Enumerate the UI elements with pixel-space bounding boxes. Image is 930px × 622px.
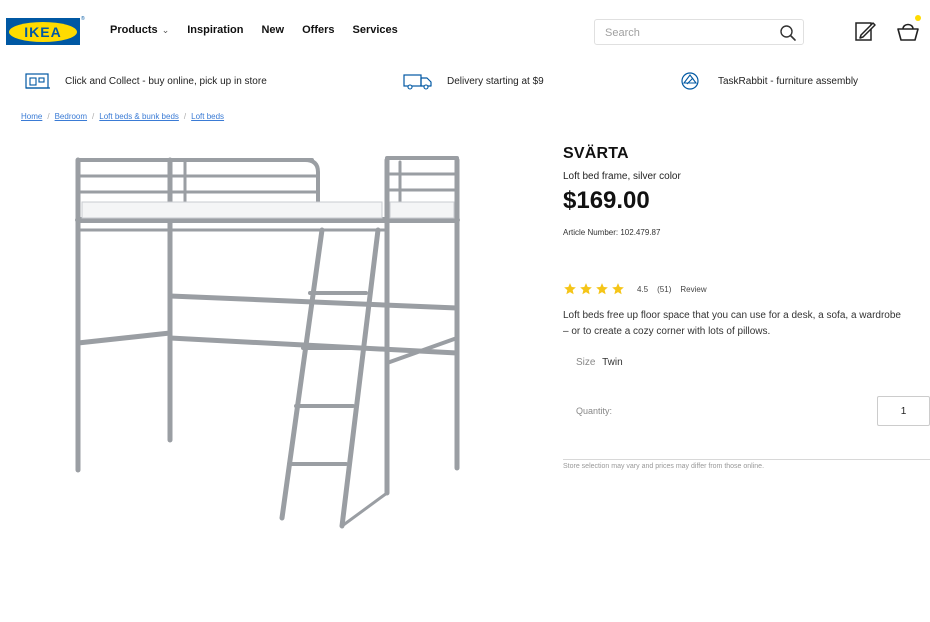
star-icon: [596, 283, 608, 295]
nav-offers-label: Offers: [302, 24, 335, 36]
nav-inspiration-label: Inspiration: [187, 24, 244, 36]
product-info: SVÄRTA Loft bed frame, silver color $169…: [563, 145, 930, 470]
star-icon: [580, 283, 592, 295]
service-bar: Click and Collect - buy online, pick up …: [0, 66, 930, 96]
nav-new[interactable]: New: [261, 24, 284, 36]
product-blurb: Loft beds free up floor space that you c…: [563, 310, 901, 337]
nav-new-label: New: [261, 24, 285, 36]
taskrabbit-icon: [681, 72, 699, 90]
breadcrumb-separator: /: [183, 112, 187, 121]
breadcrumb-separator: /: [47, 112, 50, 121]
nav-offers[interactable]: Offers: [302, 24, 334, 36]
breadcrumb-home[interactable]: Home: [21, 112, 42, 121]
breadcrumb-loft-bunk[interactable]: Loft beds & bunk beds: [99, 112, 179, 121]
basket-icon[interactable]: [895, 18, 921, 44]
delivery-truck-icon: [403, 74, 432, 90]
logo-oval: IKEA: [9, 21, 77, 42]
size-selector[interactable]: Size Twin: [576, 357, 623, 368]
registered-mark: ®: [81, 16, 85, 22]
nav-services-label: Services: [352, 24, 398, 36]
chevron-down-icon: ⌄: [161, 24, 170, 35]
nav-services[interactable]: Services: [353, 24, 398, 36]
breadcrumb-separator: /: [92, 112, 95, 121]
product-rating[interactable]: 4.5 (51) Review: [563, 282, 716, 296]
size-label: Size: [576, 357, 596, 368]
service-click-collect[interactable]: Click and Collect - buy online, pick up …: [25, 66, 267, 96]
click-collect-icon: [25, 73, 50, 89]
edit-icon[interactable]: [852, 18, 878, 44]
service-label-taskrabbit: TaskRabbit - furniture assembly: [718, 75, 859, 87]
basket-badge: [915, 15, 921, 21]
star-icon: [612, 283, 624, 295]
site-header: IKEA ® Products ⌄ Inspiration New Offers…: [0, 0, 930, 62]
review-link[interactable]: Review: [680, 285, 706, 294]
product-description: Loft bed frame, silver color: [563, 171, 681, 182]
nav-products[interactable]: Products ⌄: [110, 24, 169, 36]
star-icon: [564, 283, 576, 295]
breadcrumb-bedroom[interactable]: Bedroom: [55, 112, 87, 121]
store-notice: Store selection may vary and prices may …: [563, 463, 765, 470]
article-number: Article Number: 102.479.87: [563, 228, 661, 237]
breadcrumb-loft-beds[interactable]: Loft beds: [191, 112, 224, 121]
size-value: Twin: [602, 357, 623, 368]
main-nav: Products ⌄ Inspiration New Offers Servic…: [110, 24, 416, 36]
service-label-delivery: Delivery starting at $9: [447, 75, 544, 87]
product-image[interactable]: [60, 148, 480, 538]
product-name: SVÄRTA: [563, 145, 629, 162]
search-icon[interactable]: [779, 24, 797, 42]
rating-stars: [563, 282, 627, 296]
service-taskrabbit[interactable]: TaskRabbit - furniture assembly: [678, 66, 858, 96]
nav-products-label: Products: [110, 24, 158, 36]
quantity-label: Quantity:: [576, 406, 613, 416]
logo-text: IKEA: [24, 23, 62, 40]
divider: [563, 459, 930, 460]
breadcrumb: Home / Bedroom / Loft beds & bunk beds /…: [21, 112, 224, 121]
service-delivery[interactable]: Delivery starting at $9: [403, 66, 544, 96]
product-price: $169.00: [563, 187, 650, 214]
nav-inspiration[interactable]: Inspiration: [187, 24, 243, 36]
review-count: (51): [657, 284, 672, 294]
service-label-click-collect: Click and Collect - buy online, pick up …: [65, 75, 267, 87]
ikea-logo[interactable]: IKEA: [6, 18, 80, 45]
search-input[interactable]: [605, 25, 765, 41]
search-box: [594, 19, 804, 45]
quantity-input[interactable]: [877, 396, 930, 426]
rating-value: 4.5: [637, 284, 649, 294]
